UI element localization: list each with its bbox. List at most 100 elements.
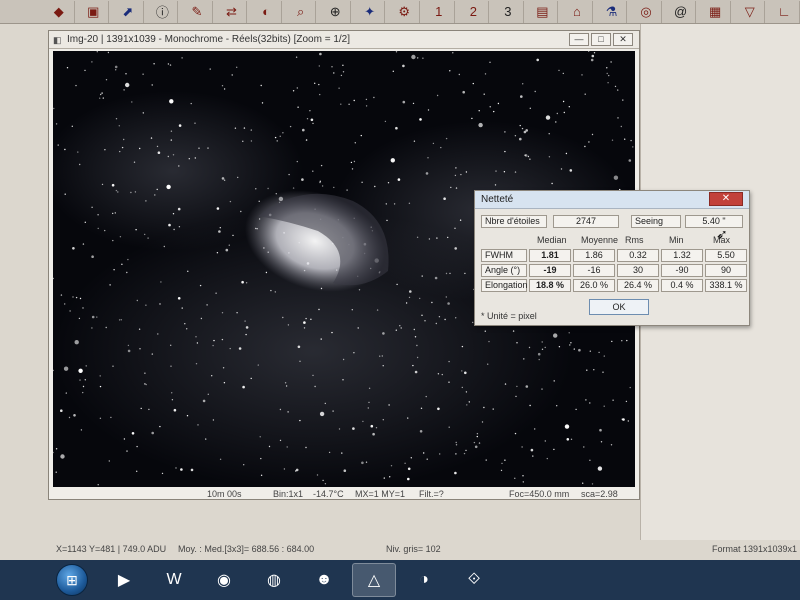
star [219,458,222,460]
star [295,56,298,58]
star-icon[interactable]: ✦ [355,0,386,23]
globe-icon[interactable]: ◑ [402,563,446,597]
star [112,365,114,367]
app-logo-icon[interactable]: ◆ [44,0,75,23]
star [591,133,594,136]
star [408,202,411,204]
home-icon[interactable]: ⌂ [562,0,593,23]
star [197,424,199,426]
close-button[interactable]: ✕ [613,33,633,46]
star [187,270,189,272]
star [420,407,423,409]
star [66,67,69,69]
image-window-title: Img-20 | 1391x1039 - Monochrome - Réels(… [67,34,351,45]
grid-icon[interactable]: ▦ [700,0,731,23]
dialog-title[interactable]: Netteté [475,191,749,209]
info-icon[interactable]: ⓘ [148,0,179,23]
step-3-icon[interactable]: 3 [493,0,524,23]
star [460,173,462,176]
step-2-icon[interactable]: 2 [459,0,490,23]
star [287,324,290,326]
export-icon[interactable]: ⬈ [113,0,144,23]
minimize-button[interactable]: — [569,33,589,46]
maximize-button[interactable]: □ [591,33,611,46]
star [305,139,308,141]
phd-icon[interactable]: ◉ [202,563,246,597]
save-icon[interactable]: ▣ [79,0,110,23]
star [180,468,183,471]
star [237,176,239,179]
star [321,185,324,187]
star [435,322,437,325]
star [99,385,102,388]
star [151,431,154,435]
star [279,135,281,137]
apt-icon[interactable]: ⟐ [452,563,496,597]
star [117,191,119,193]
star [455,317,457,319]
ok-button[interactable]: OK [589,299,649,315]
word-icon[interactable]: W [152,563,196,597]
star [620,125,622,128]
star [85,365,87,367]
star [126,450,128,452]
star [382,332,385,335]
star [504,383,507,385]
star [319,180,321,182]
star [522,481,524,483]
star [589,459,591,461]
windows-taskbar: ⊞ ▶ W ◉ ◍ ☻ △ ◑ ⟐ [0,560,800,600]
stack-icon[interactable]: ▤ [528,0,559,23]
star [319,52,322,56]
spiral-icon[interactable]: @ [666,0,697,23]
star [365,461,368,463]
star [529,107,531,109]
image-window-titlebar[interactable]: ◧ Img-20 | 1391x1039 - Monochrome - Réel… [49,31,639,49]
star [575,408,577,411]
dialog-close-button[interactable]: ✕ [709,192,743,206]
star [414,336,417,338]
star [138,328,141,330]
star [395,51,398,53]
star [238,347,242,350]
star [236,312,238,314]
step-1-icon[interactable]: 1 [424,0,455,23]
start-orb-icon[interactable]: ⊞ [56,564,88,596]
star [130,191,132,194]
star [445,296,447,298]
curve-icon[interactable]: ∟ [769,0,800,23]
prism-icon[interactable]: △ [352,563,396,597]
pencil-icon[interactable]: ✎ [182,0,213,23]
flask-icon[interactable]: ⚗ [597,0,628,23]
star [333,72,335,74]
media-player-icon[interactable]: ▶ [102,563,146,597]
star [68,416,71,419]
star [516,342,518,344]
star [390,465,393,467]
star [223,382,226,384]
star [115,118,118,120]
astronaut-icon[interactable]: ☻ [302,563,346,597]
bucket-icon[interactable]: ▽ [735,0,766,23]
star [514,171,517,173]
star [621,418,623,420]
zoom-in-icon[interactable]: ⊕ [320,0,351,23]
star [91,61,93,63]
zoom-icon[interactable]: ⌕ [286,0,317,23]
star [221,177,225,180]
wheel-icon[interactable]: ⚙ [389,0,421,23]
star [181,57,183,59]
star [585,399,587,401]
disk-icon[interactable]: ◎ [631,0,662,23]
star [305,317,307,320]
star [468,401,470,403]
star [228,244,230,246]
arrows-icon[interactable]: ⇄ [217,0,248,23]
star [484,73,487,75]
chrome-icon[interactable]: ◍ [252,563,296,597]
star [484,330,486,332]
palette-icon[interactable]: ◐ [251,0,282,23]
star [376,309,379,311]
star [318,308,320,311]
star [522,83,524,85]
